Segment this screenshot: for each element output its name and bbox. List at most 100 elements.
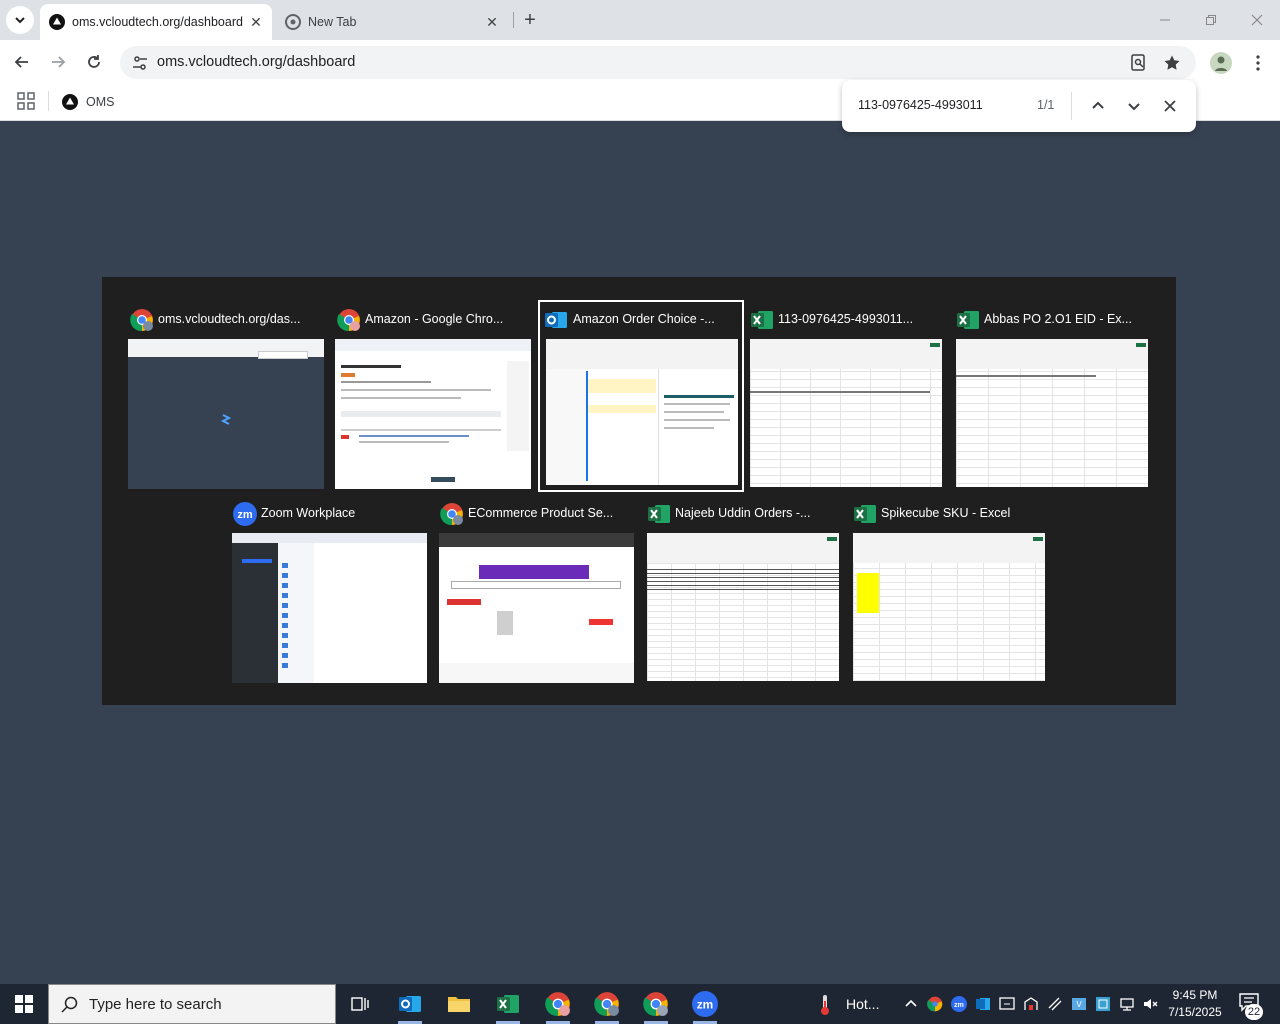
taskbar-chrome-profile-2[interactable] [583, 984, 631, 1024]
switcher-window-oms-chrome[interactable]: oms.vcloudtech.org/das... [128, 305, 332, 491]
outlook-icon [545, 312, 567, 328]
switcher-window-excel-spikecube[interactable]: Spikecube SKU - Excel [851, 499, 1055, 685]
site-settings-icon[interactable] [131, 54, 149, 72]
star-icon [1164, 55, 1180, 70]
screen-capture-icon[interactable] [999, 996, 1015, 1012]
system-clock[interactable]: 9:45 PM 7/15/2025 [1160, 987, 1230, 1021]
notification-count: 22 [1245, 1004, 1263, 1020]
switcher-window-title: Zoom Workplace [261, 506, 356, 520]
switcher-window-title: 113-0976425-4993011... [778, 312, 914, 326]
switcher-window-ecommerce-chrome[interactable]: ECommerce Product Se... [438, 499, 642, 685]
switcher-window-title: Abbas PO 2.O1 EID - Ex... [984, 312, 1132, 326]
volume-muted-icon[interactable] [1143, 996, 1159, 1012]
chevron-up-icon[interactable] [903, 996, 919, 1012]
switcher-window-title: oms.vcloudtech.org/das... [158, 312, 301, 326]
window-thumbnail [647, 533, 839, 681]
outlook-tray-icon[interactable] [975, 996, 991, 1012]
svg-text:zm: zm [954, 1002, 964, 1009]
taskbar-outlook[interactable] [386, 984, 434, 1024]
clock-time: 9:45 PM [1172, 988, 1218, 1002]
minimize-button[interactable] [1142, 0, 1188, 40]
window-thumbnail [750, 339, 942, 487]
search-icon [61, 996, 78, 1013]
svg-text:zm: zm [697, 997, 714, 1011]
arrow-right-icon [52, 56, 66, 68]
search-placeholder: Type here to search [89, 996, 222, 1013]
back-button[interactable] [8, 48, 36, 76]
find-in-page-indicator[interactable] [1128, 52, 1150, 74]
chrome-icon [130, 309, 153, 332]
network-share-icon[interactable] [1023, 996, 1039, 1012]
tab-new-tab[interactable]: New Tab ✕ [276, 4, 508, 40]
reload-button[interactable] [80, 48, 108, 76]
excel-icon [751, 311, 773, 329]
window-thumbnail [232, 533, 427, 683]
find-close-button[interactable] [1158, 94, 1182, 118]
chrome-icon [643, 992, 668, 1016]
zoom-icon: zm [692, 991, 718, 1017]
chrome-tray-icon[interactable] [927, 996, 943, 1012]
window-thumbnail [956, 339, 1148, 487]
browser-toolbar: oms.vcloudtech.org/dashboard [0, 40, 1280, 84]
new-tab-button[interactable]: + [518, 8, 542, 32]
switcher-window-amazon-chrome[interactable]: Amazon - Google Chro... [335, 305, 539, 491]
bookmark-divider [48, 91, 49, 111]
find-divider [1071, 92, 1072, 120]
browser-menu-button[interactable] [1248, 50, 1268, 76]
chrome-icon [545, 992, 570, 1016]
bookmark-star-button[interactable] [1161, 52, 1183, 74]
satellite-icon[interactable] [1047, 996, 1063, 1012]
apps-grid-icon[interactable] [17, 92, 35, 110]
switcher-window-excel-order[interactable]: 113-0976425-4993011... [748, 305, 952, 491]
switcher-window-excel-abbas[interactable]: Abbas PO 2.O1 EID - Ex... [954, 305, 1158, 491]
bookmark-oms[interactable]: OMS [62, 90, 114, 114]
window-thumbnail [853, 533, 1045, 681]
taskbar-file-explorer[interactable] [435, 984, 483, 1024]
chrome-icon [440, 503, 463, 526]
switcher-window-outlook[interactable]: Amazon Order Choice -... [538, 300, 744, 492]
task-view-button[interactable] [336, 984, 384, 1024]
tab-oms-dashboard[interactable]: oms.vcloudtech.org/dashboard ✕ [40, 4, 272, 40]
more-vert-icon [1256, 55, 1260, 71]
chevron-down-icon [15, 17, 25, 24]
app-tray-icon[interactable] [1095, 996, 1111, 1012]
network-icon[interactable] [1119, 996, 1135, 1012]
weather-text[interactable]: Hot... [846, 996, 879, 1012]
find-next-button[interactable] [1122, 94, 1146, 118]
switcher-window-title: Amazon - Google Chro... [365, 312, 504, 326]
chrome-icon [285, 14, 301, 30]
close-tab-icon[interactable]: ✕ [484, 14, 500, 30]
chrome-icon [594, 992, 619, 1016]
find-previous-button[interactable] [1086, 94, 1110, 118]
address-bar[interactable]: oms.vcloudtech.org/dashboard [120, 46, 1196, 79]
switcher-window-excel-najeeb[interactable]: Najeeb Uddin Orders -... [645, 499, 849, 685]
tab-divider [513, 12, 514, 28]
taskbar-chrome-profile-3[interactable] [632, 984, 680, 1024]
profile-avatar[interactable] [1210, 52, 1232, 74]
oms-logo-icon [49, 14, 65, 30]
zoom-tray-icon[interactable]: zm [951, 996, 967, 1012]
tab-label: oms.vcloudtech.org/dashboard [72, 15, 243, 29]
start-button[interactable] [0, 984, 48, 1024]
find-input[interactable]: 113-0976425-4993011 [858, 98, 983, 112]
taskbar-chrome-profile-1[interactable] [534, 984, 582, 1024]
excel-icon [854, 505, 876, 523]
tab-search-button[interactable] [6, 6, 34, 34]
taskbar-zoom[interactable]: zm [681, 984, 729, 1024]
switcher-window-zoom[interactable]: zm Zoom Workplace [231, 499, 435, 685]
excel-icon [497, 995, 519, 1013]
window-thumbnail [128, 339, 324, 489]
vpn-icon[interactable]: V [1071, 996, 1087, 1012]
excel-icon [957, 311, 979, 329]
svg-text:V: V [1076, 1000, 1082, 1009]
close-tab-icon[interactable]: ✕ [248, 14, 264, 30]
notification-center-button[interactable]: 22 [1236, 992, 1266, 1020]
switcher-window-title: Amazon Order Choice -... [573, 312, 715, 326]
oms-logo-icon [62, 94, 78, 110]
forward-button[interactable] [44, 48, 72, 76]
taskbar-search-box[interactable]: Type here to search [48, 984, 336, 1024]
windows-logo-icon [15, 995, 33, 1013]
close-window-button[interactable] [1234, 0, 1280, 40]
taskbar-excel[interactable] [484, 984, 532, 1024]
restore-button[interactable] [1188, 0, 1234, 40]
